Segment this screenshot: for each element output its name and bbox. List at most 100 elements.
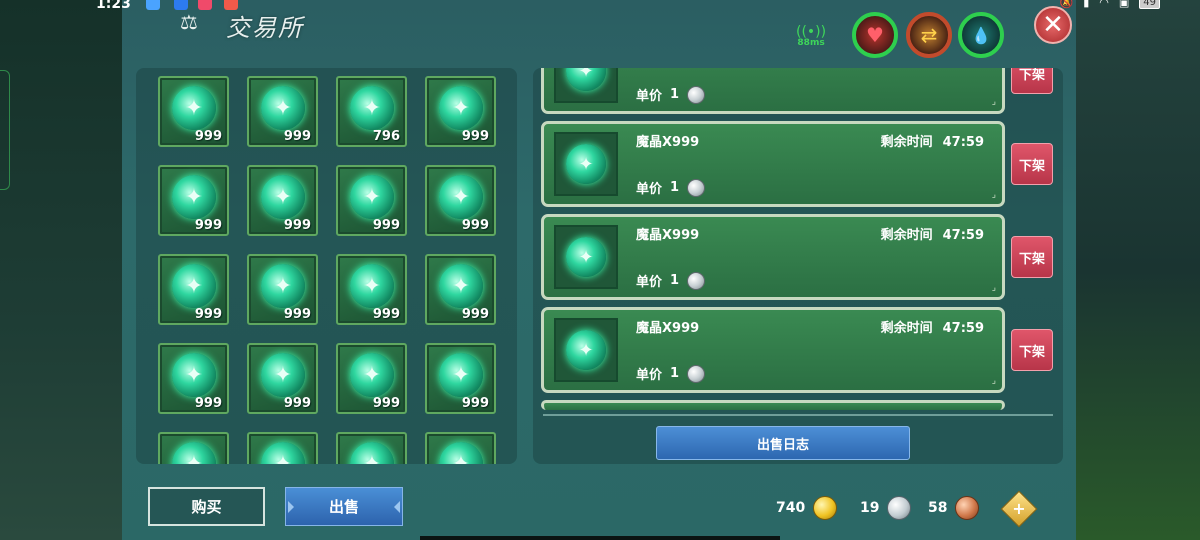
inventory-slot[interactable]: ✦ 999 <box>336 343 407 414</box>
listing-thumb: ✦ <box>554 225 618 289</box>
swap-gauge[interactable]: ⇄ <box>906 12 952 58</box>
magic-crystal-icon: ✦ <box>566 330 606 370</box>
inventory-slot[interactable]: ✦ 999 <box>425 254 496 325</box>
inventory-slot[interactable]: ✦ 999 <box>247 76 318 147</box>
listing-thumb: ✦ <box>554 132 618 196</box>
time-value: 47:59 <box>942 135 984 150</box>
listing-price: 单价 1 <box>636 271 706 290</box>
sales-log-button[interactable]: 出售日志 <box>656 426 910 460</box>
magic-crystal-icon: ✦ <box>350 175 394 219</box>
listing-card[interactable]: ✦ 魔晶X999 剩余时间 47:59 单价 1 ⌟ <box>541 121 1005 207</box>
inventory-slot[interactable]: ✦ 999 <box>247 343 318 414</box>
listings-divider <box>543 414 1053 416</box>
silver-coin-icon <box>887 496 912 520</box>
listing-price: 单价 1 <box>636 364 706 383</box>
delist-button[interactable]: 下架 <box>1011 68 1053 94</box>
inventory-slot[interactable]: ✦ 999 <box>425 343 496 414</box>
app-icon-1 <box>146 0 160 10</box>
inventory-slot[interactable]: ✦ 999 <box>425 165 496 236</box>
magic-crystal-icon: ✦ <box>350 353 394 397</box>
corner-ornament-icon: ⌟ <box>991 97 996 107</box>
slot-quantity: 999 <box>194 307 222 322</box>
price-label: 单价 <box>636 275 663 290</box>
inventory-slot[interactable]: ✦ 999 <box>158 254 229 325</box>
price-value: 1 <box>670 180 680 195</box>
app-icon-2 <box>174 0 188 10</box>
listing-time: 剩余时间 47:59 <box>881 131 984 150</box>
delist-button[interactable]: 下架 <box>1011 236 1053 278</box>
side-handle[interactable] <box>0 70 10 190</box>
price-label: 单价 <box>636 368 663 383</box>
magic-crystal-icon: ✦ <box>350 86 394 130</box>
inventory-slot[interactable]: ✦ <box>425 432 496 464</box>
listing-card[interactable]: ✦ 魔晶X999 剩余时间 47:59 单价 1 ⌟ <box>541 214 1005 300</box>
wifi-icon: ◠ <box>1099 0 1109 9</box>
silver-coin-icon <box>687 85 706 104</box>
listing-card[interactable]: ✦ 魔晶X999 剩余时间 47:59 单价 1 ⌟ <box>541 307 1005 393</box>
inventory-slot[interactable]: ✦ 999 <box>247 254 318 325</box>
tab-buy[interactable]: 购买 <box>148 487 265 526</box>
battery-icon: 49 <box>1139 0 1160 9</box>
magic-crystal-icon: ✦ <box>261 175 305 219</box>
time-label: 剩余时间 <box>880 135 933 150</box>
price-value: 1 <box>670 273 680 288</box>
listing-thumb: ✦ <box>554 318 618 382</box>
heart-icon: ♥ <box>866 23 884 47</box>
delist-label: 下架 <box>1018 251 1045 267</box>
magic-crystal-icon: ✦ <box>261 264 305 308</box>
tab-sell-label: 出售 <box>328 498 359 516</box>
magic-crystal-icon: ✦ <box>439 442 483 464</box>
inventory-slot[interactable]: ✦ 999 <box>158 343 229 414</box>
bronze-currency: 58 <box>928 496 980 520</box>
listing-card-partial[interactable]: ✦ 单价 1 ⌟ <box>541 68 1005 114</box>
inventory-slot[interactable]: ✦ 999 <box>425 76 496 147</box>
magic-crystal-icon: ✦ <box>350 264 394 308</box>
magic-crystal-icon: ✦ <box>261 86 305 130</box>
app-icon-3 <box>198 0 212 10</box>
slot-quantity: 999 <box>283 218 311 233</box>
listings-panel[interactable]: ✦ 单价 1 ⌟ 下架 ✦ 魔晶X999 剩余时间 47:59 单价 1 ⌟ 下架 ✦… <box>533 68 1063 464</box>
listing-name: 魔晶X999 <box>636 321 700 336</box>
inventory-slot[interactable]: ✦ 999 <box>336 165 407 236</box>
heart-gauge[interactable]: ♥ <box>852 12 898 58</box>
magic-crystal-icon: ✦ <box>172 353 216 397</box>
inventory-slot[interactable]: ✦ <box>336 432 407 464</box>
inventory-slot[interactable]: ✦ 999 <box>247 165 318 236</box>
delist-button[interactable]: 下架 <box>1011 329 1053 371</box>
time-value: 47:59 <box>942 321 984 336</box>
magic-crystal-icon: ✦ <box>350 442 394 464</box>
sales-log-label: 出售日志 <box>756 437 809 453</box>
inventory-slot[interactable]: ✦ <box>158 432 229 464</box>
slot-quantity: 796 <box>372 129 400 144</box>
background-left <box>0 0 122 540</box>
slot-quantity: 999 <box>194 218 222 233</box>
inventory-slot[interactable]: ✦ <box>247 432 318 464</box>
mute-icon: 🔕 <box>1059 0 1074 9</box>
listing-card-partial[interactable] <box>541 400 1005 410</box>
corner-ornament-icon: ⌟ <box>991 190 996 200</box>
slot-quantity: 999 <box>461 396 489 411</box>
status-bar: 1:23 🔕 ▮ ◠ ▣ 49 <box>0 0 1200 14</box>
inventory-slot[interactable]: ✦ 999 <box>336 254 407 325</box>
drop-gauge[interactable]: 💧 <box>958 12 1004 58</box>
slot-quantity: 999 <box>461 218 489 233</box>
delist-button[interactable]: 下架 <box>1011 143 1053 185</box>
time-value: 47:59 <box>942 228 984 243</box>
price-value: 1 <box>670 366 680 381</box>
background-right <box>1076 0 1200 540</box>
tab-buy-label: 购买 <box>191 498 222 516</box>
inventory-slot[interactable]: ✦ 999 <box>158 165 229 236</box>
ping-wifi-icon: ((•)) <box>796 24 827 40</box>
inventory-slot[interactable]: ✦ 999 <box>158 76 229 147</box>
delist-label: 下架 <box>1018 158 1045 174</box>
silver-amount: 19 <box>860 500 880 516</box>
inventory-panel[interactable]: ✦ 999 ✦ 999 ✦ 796 ✦ 999 ✦ 999 ✦ 999 ✦ 999 ✦ 999 … <box>136 68 517 464</box>
tab-sell[interactable]: 出售 <box>285 487 403 526</box>
home-indicator[interactable] <box>420 536 780 540</box>
magic-crystal-icon: ✦ <box>172 442 216 464</box>
listing-time: 剩余时间 47:59 <box>881 224 984 243</box>
inventory-slot[interactable]: ✦ 796 <box>336 76 407 147</box>
ping-indicator: ((•)) 88ms <box>796 24 827 48</box>
silver-coin-icon <box>687 364 706 383</box>
slot-quantity: 999 <box>372 218 400 233</box>
